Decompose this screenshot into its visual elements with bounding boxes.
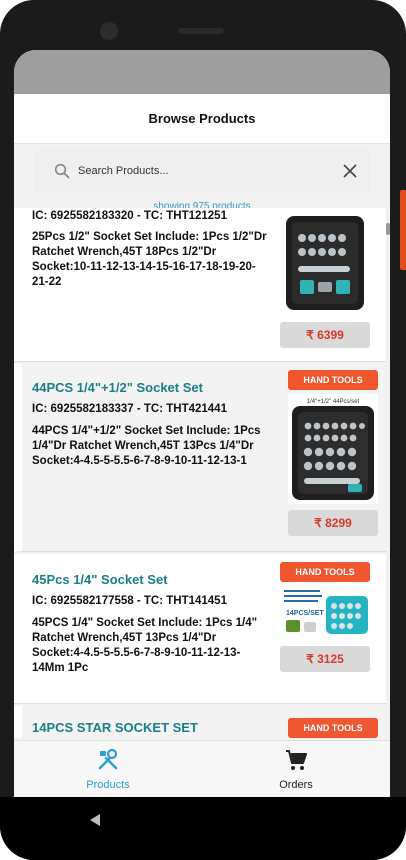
- product-image: 14PCS/SET: [280, 586, 370, 638]
- side-edge-marker: [400, 190, 406, 270]
- bottom-navigation: Products Orders: [14, 740, 390, 797]
- product-ids: IC: 6925582183337 - TC: THT421441: [32, 403, 227, 415]
- product-description: 25Pcs 1/2" Socket Set Include: 1Pcs 1/2"…: [32, 231, 267, 288]
- app-screen: Browse Products showing 975 products IC:…: [14, 50, 390, 797]
- category-badge: HAND TOOLS: [288, 370, 378, 390]
- product-ids: IC: 6925582177558 - TC: THT141451: [32, 595, 227, 607]
- tab-orders[interactable]: Orders: [202, 741, 390, 797]
- list-item[interactable]: 14PCS STAR SOCKET SET HAND TOOLS: [14, 706, 386, 738]
- status-bar: [14, 50, 390, 94]
- tab-products-label: Products: [86, 778, 130, 791]
- page-title: Browse Products: [14, 94, 390, 144]
- product-image: 1/4"+1/2" 44Pcs/set: [288, 394, 378, 504]
- front-camera: [100, 22, 118, 40]
- category-badge: HAND TOOLS: [280, 562, 370, 582]
- set-count-label: 14PCS/SET: [286, 610, 324, 617]
- search-bar[interactable]: [34, 150, 370, 192]
- set-label-text: 1/4"+1/2" 44Pcs/set: [307, 399, 360, 405]
- price-button[interactable]: ₹ 6399: [280, 322, 370, 348]
- list-item[interactable]: 44PCS 1/4"+1/2" Socket Set IC: 692558218…: [14, 364, 386, 552]
- cart-icon: [284, 748, 308, 777]
- category-badge: HAND TOOLS: [288, 718, 378, 738]
- tab-orders-label: Orders: [279, 778, 313, 791]
- product-title: 45Pcs 1/4" Socket Set: [32, 572, 168, 587]
- earpiece-speaker: [178, 28, 224, 34]
- product-list[interactable]: IC: 6925582183320 - TC: THT121251 25Pcs …: [14, 208, 390, 738]
- product-title: 44PCS 1/4"+1/2" Socket Set: [32, 380, 203, 395]
- price-button[interactable]: ₹ 3125: [280, 646, 370, 672]
- list-item[interactable]: IC: 6925582183320 - TC: THT121251 25Pcs …: [14, 208, 386, 362]
- search-input[interactable]: [78, 165, 340, 177]
- list-item[interactable]: 45Pcs 1/4" Socket Set IC: 6925582177558 …: [14, 554, 386, 704]
- back-icon[interactable]: [86, 811, 104, 829]
- search-icon: [54, 163, 70, 179]
- product-description: 45PCS 1/4" Socket Set Include: 1Pcs 1/4"…: [32, 617, 258, 674]
- product-description: 44PCS 1/4"+1/2" Socket Set Include: 1Pcs…: [32, 425, 261, 467]
- product-image: [280, 212, 370, 315]
- system-navigation-bar: [0, 797, 406, 860]
- scrollbar[interactable]: [386, 223, 390, 235]
- product-title: 14PCS STAR SOCKET SET: [32, 720, 198, 735]
- tab-products[interactable]: Products: [14, 741, 202, 797]
- product-ids: IC: 6925582183320 - TC: THT121251: [32, 210, 227, 222]
- wrench-screwdriver-icon: [96, 748, 120, 777]
- close-icon[interactable]: [340, 161, 360, 181]
- price-button[interactable]: ₹ 8299: [288, 510, 378, 536]
